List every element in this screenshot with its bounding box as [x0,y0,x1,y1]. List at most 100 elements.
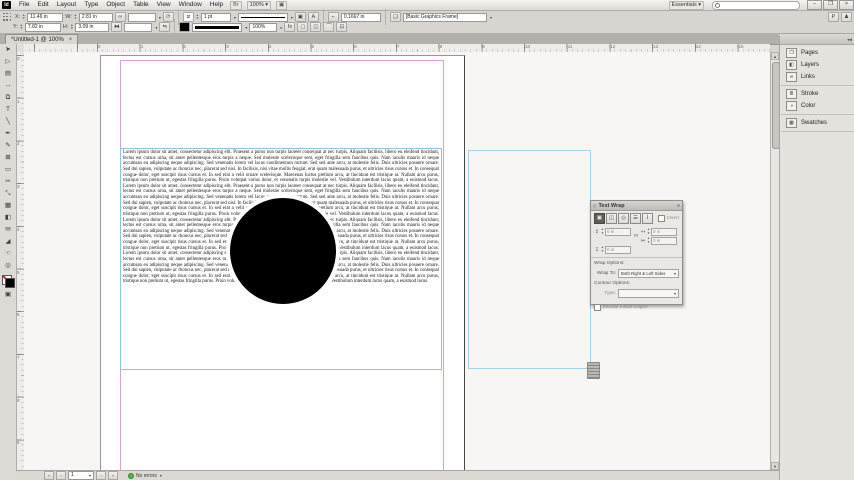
fill-proxy-icon[interactable]: ■ [179,22,191,32]
drop-shadow-icon[interactable]: A [307,12,319,22]
x-position-field[interactable]: 11.46 in [27,12,64,22]
scale-x-field[interactable] [127,12,156,22]
pen-tool-icon[interactable]: ✒ [0,128,16,140]
search-input[interactable] [712,0,800,10]
no-text-wrap-button[interactable]: ▣ [594,213,605,224]
menu-table[interactable]: Table [129,0,153,10]
link-dimensions-icon[interactable]: ⧓ [111,22,123,32]
reference-point-proxy[interactable] [2,12,13,23]
height-field[interactable]: 3.09 in [75,22,110,32]
effects-icon[interactable]: ▣ [294,12,306,22]
panel-tab-swatches[interactable]: ▦ Swatches [781,117,854,129]
preflight-menu-icon[interactable]: ▾ [160,473,162,478]
jump-to-next-column-button[interactable]: ⌇ [642,213,653,224]
top-offset-field[interactable]: 0 in [605,227,631,236]
link-offsets-icon[interactable]: ∞ [632,233,640,239]
direct-selection-tool-icon[interactable]: ▷ [0,56,16,68]
stroke-style-select[interactable] [192,22,243,32]
workspace-switcher[interactable]: Essentials ▾ [668,0,704,10]
view-options-icon[interactable]: ▣ [276,0,288,10]
rectangle-tool-icon[interactable]: ▭ [0,164,16,176]
menu-type[interactable]: Type [80,0,102,10]
rectangle-frame-tool-icon[interactable]: ⊠ [0,152,16,164]
contour-type-select[interactable]: ▾ [618,289,679,298]
object-style-select[interactable]: [Basic Graphics Frame] [402,12,487,22]
scale-y-field[interactable] [124,22,153,32]
next-page-button[interactable]: › [96,471,106,480]
scroll-down-icon[interactable]: ▼ [771,462,779,470]
panel-tab-pages[interactable]: ❐ Pages [781,47,854,59]
first-page-button[interactable]: « [44,471,54,480]
invert-checkbox[interactable] [658,215,665,222]
bottom-offset-field[interactable]: 0 in [605,245,631,254]
wrap-none-icon[interactable]: ▢ [297,22,309,32]
pencil-tool-icon[interactable]: ✎ [0,140,16,152]
panel-tab-color[interactable]: ◑ Color [781,100,854,112]
empty-graphics-frame[interactable] [468,150,591,369]
wrapped-circle-object[interactable] [226,194,340,308]
opacity-field[interactable]: 100% [249,22,278,32]
width-field[interactable]: 2.81 in [78,12,113,22]
arc-icon[interactable]: ⌒ [323,22,335,32]
menu-layout[interactable]: Layout [53,0,81,10]
constrain-proportions-icon[interactable]: ∞ [114,12,126,22]
flip-horizontal-icon[interactable]: ⇋ [159,22,171,32]
panel-tab-layers[interactable]: ◧ Layers [781,59,854,71]
menu-window[interactable]: Window [175,0,206,10]
free-transform-tool-icon[interactable]: ⤡ [0,188,16,200]
close-button[interactable]: × [839,0,854,10]
panel-menu-icon[interactable]: ≡ [677,203,680,209]
wrap-around-object-shape-button[interactable]: ◎ [618,213,629,224]
menu-help[interactable]: Help [206,0,227,10]
text-wrap-toggle-icon[interactable]: P [828,12,839,22]
panel-tab-stroke[interactable]: ≣ Stroke [781,88,854,100]
stroke-color-well[interactable] [4,278,15,288]
note-tool-icon[interactable]: ✉ [0,224,16,236]
menu-file[interactable]: File [15,0,33,10]
gradient-feather-tool-icon[interactable]: ◧ [0,212,16,224]
previous-page-button[interactable]: ‹ [56,471,66,480]
restore-button[interactable]: ❐ [823,0,838,10]
scissors-tool-icon[interactable]: ✂ [0,176,16,188]
cs-live-icon[interactable]: ♟ [841,12,852,22]
stroke-type-select[interactable] [237,12,288,22]
content-collector-tool-icon[interactable]: ⧉ [0,92,16,104]
zoom-level-select[interactable]: 100% ▾ [246,0,272,10]
scroll-up-icon[interactable]: ▲ [771,52,779,60]
text-wrap-panel-header[interactable]: ◇ Text Wrap ≡ [591,201,682,211]
frame-fitting-icon[interactable]: ⊡ [336,22,348,32]
stroke-weight-field[interactable]: 1 pt [200,12,231,22]
screen-mode-button[interactable]: ▣ [0,289,16,301]
dock-collapse-icon[interactable]: ◂◂ [780,36,854,45]
fx-icon[interactable]: fx [284,22,296,32]
menu-object[interactable]: Object [102,0,129,10]
stroke-proxy-icon[interactable]: ⧄ [182,12,194,22]
y-position-field[interactable]: 7.82 in [24,22,61,32]
left-offset-field[interactable]: 0 in [651,227,677,236]
minimize-button[interactable]: – [807,0,822,10]
zoom-tool-icon[interactable]: ◎ [0,260,16,272]
menu-edit[interactable]: Edit [33,0,52,10]
line-tool-icon[interactable]: ╲ [0,116,16,128]
wrap-box-icon[interactable]: ◫ [310,22,322,32]
page-tool-icon[interactable]: ▤ [0,68,16,80]
bridge-icon[interactable]: Br [230,0,242,10]
jump-object-button[interactable]: ☰ [630,213,641,224]
hand-tool-icon[interactable]: ☜ [0,248,16,260]
gradient-swatch-tool-icon[interactable]: ▦ [0,200,16,212]
include-inside-edges-checkbox[interactable] [594,304,601,311]
rotate-90-cw-icon[interactable]: ⟳ [162,12,174,22]
last-page-button[interactable]: » [108,471,118,480]
wrap-around-bounding-box-button[interactable]: ◫ [606,213,617,224]
right-offset-field[interactable]: 0 in [651,236,677,245]
eyedropper-tool-icon[interactable]: ◢ [0,236,16,248]
selection-tool-icon[interactable]: ➤ [0,44,16,56]
gap-tool-icon[interactable]: ↔ [0,80,16,92]
panel-tab-links[interactable]: ∞ Links [781,71,854,83]
type-tool-icon[interactable]: T [0,104,16,116]
menu-view[interactable]: View [153,0,175,10]
wrap-to-select[interactable]: Both Right & Left Sides ▾ [618,269,679,278]
corner-options-icon[interactable]: ⌐ [327,12,339,22]
corner-radius-field[interactable]: 0.1667 in [340,12,381,22]
page-number-field[interactable]: 1 ▾ [68,471,94,480]
